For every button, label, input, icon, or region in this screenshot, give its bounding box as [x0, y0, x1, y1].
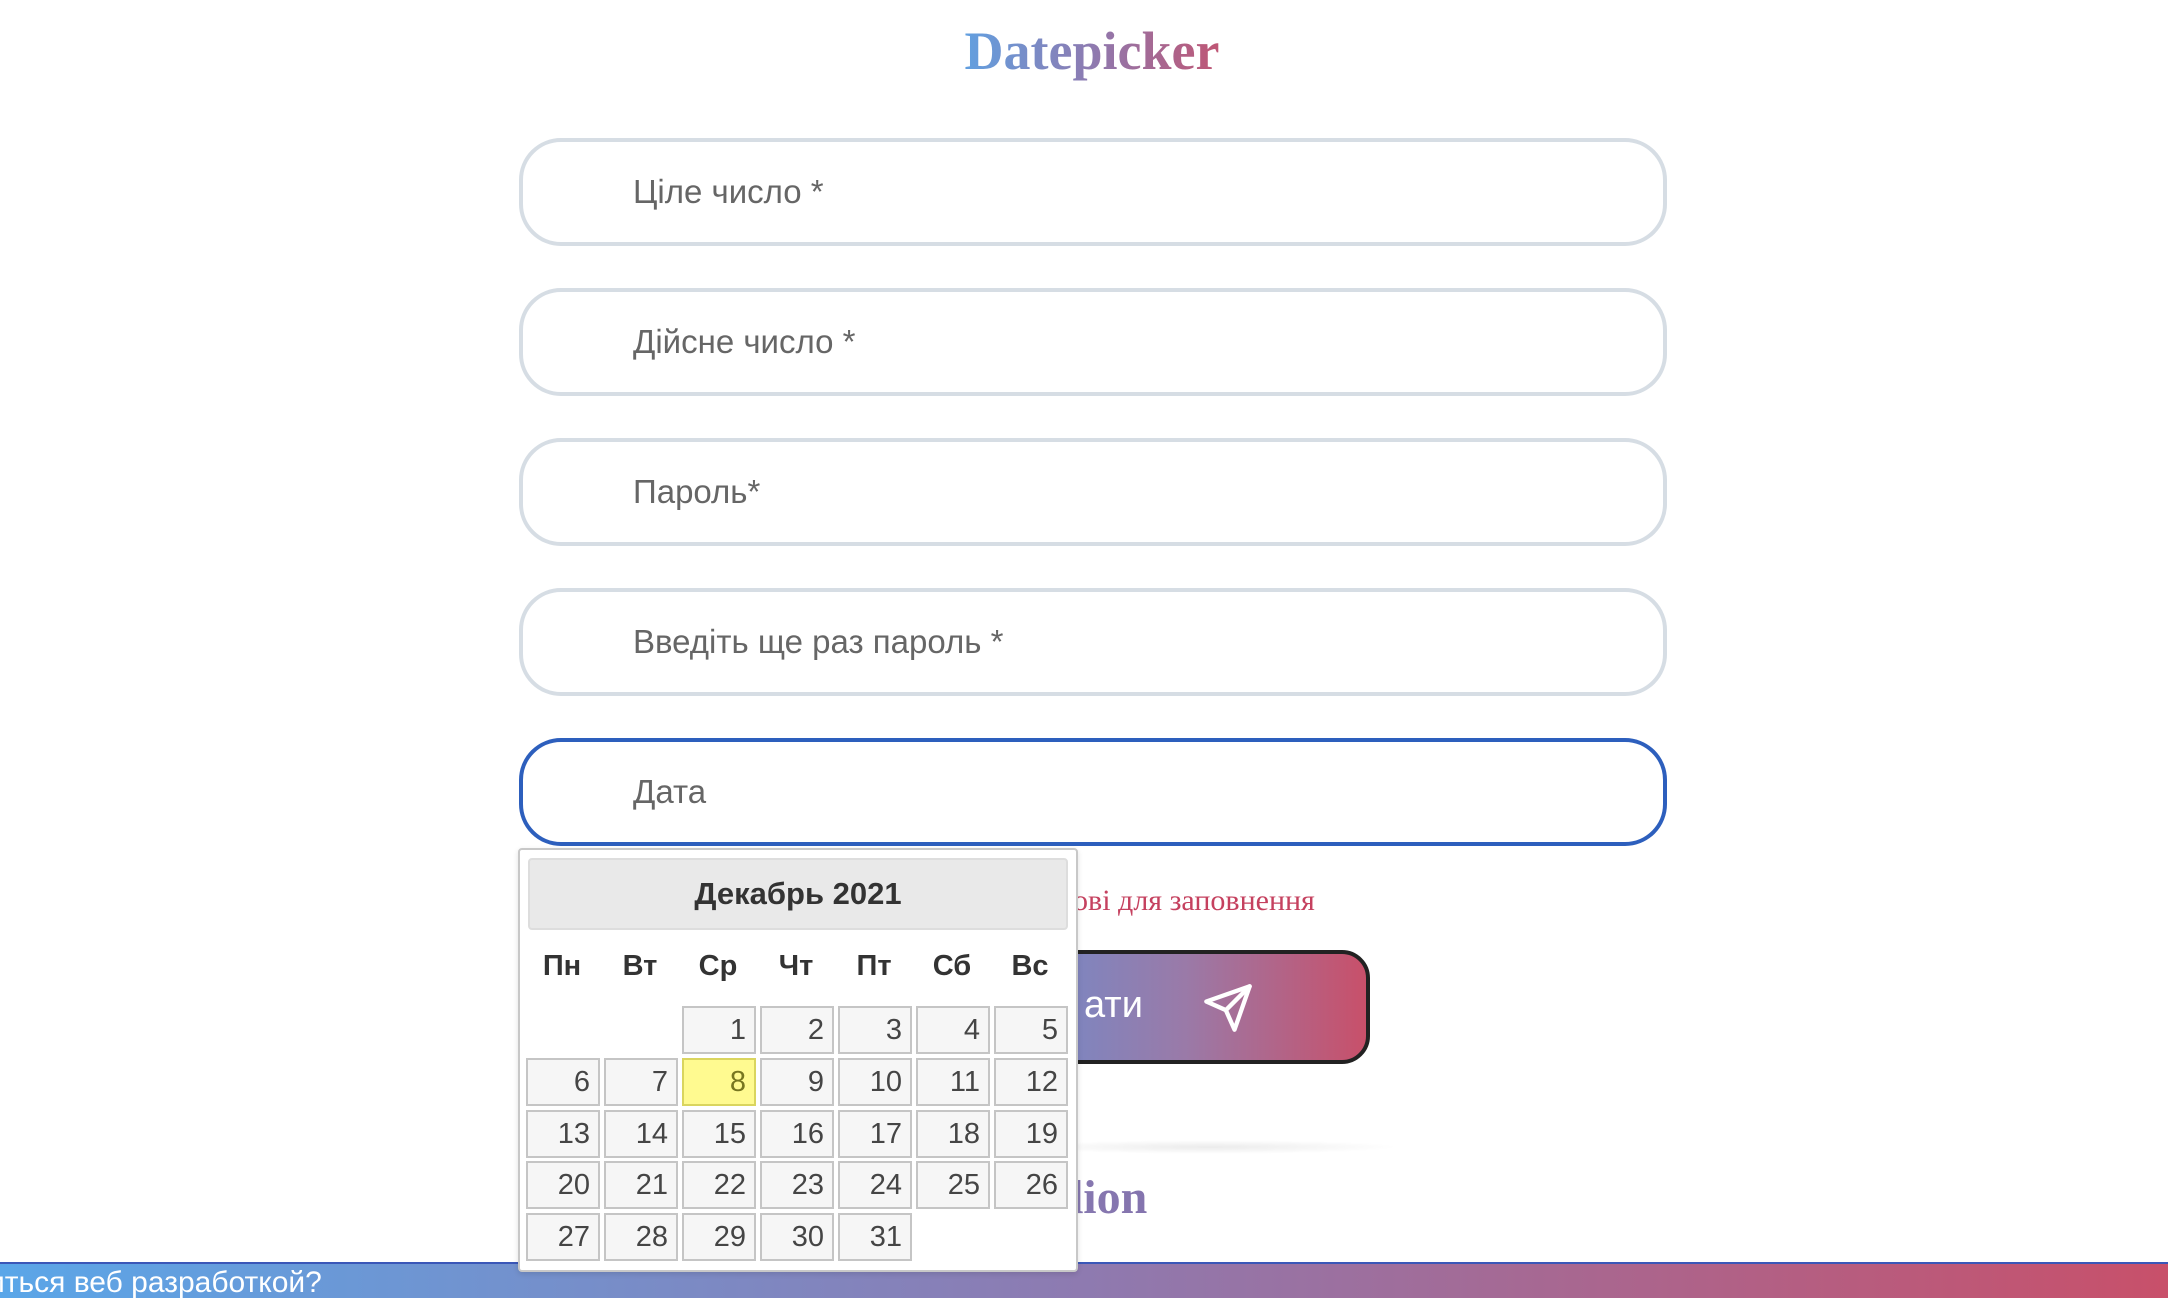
- weekday-wed: Ср: [698, 950, 738, 982]
- calendar-day-27[interactable]: 27: [526, 1213, 600, 1261]
- calendar-day-22[interactable]: 22: [682, 1161, 756, 1209]
- bottom-banner-text: иться веб разработкой?: [0, 1266, 322, 1298]
- real-number-input[interactable]: [633, 292, 1633, 392]
- calendar-day-18[interactable]: 18: [916, 1110, 990, 1158]
- calendar-day-5[interactable]: 5: [994, 1006, 1068, 1054]
- calendar-day-11[interactable]: 11: [916, 1058, 990, 1106]
- calendar-day-25[interactable]: 25: [916, 1161, 990, 1209]
- date-input[interactable]: [633, 742, 1633, 842]
- datepicker-popup: Декабрь 2021 Пн Вт Ср Чт Пт Сб Вс 123456…: [518, 848, 1078, 1272]
- date-field[interactable]: [519, 738, 1667, 846]
- weekday-sat: Сб: [932, 950, 972, 982]
- calendar-day-31[interactable]: 31: [838, 1213, 912, 1261]
- calendar-day-20[interactable]: 20: [526, 1161, 600, 1209]
- integer-input[interactable]: [633, 142, 1633, 242]
- password-input[interactable]: [633, 442, 1633, 542]
- calendar-day-15[interactable]: 15: [682, 1110, 756, 1158]
- submit-button-label: ати: [1084, 984, 1143, 1026]
- calendar-day-29[interactable]: 29: [682, 1213, 756, 1261]
- calendar-day-28[interactable]: 28: [604, 1213, 678, 1261]
- datepicker-month-title: Декабрь 2021: [528, 858, 1068, 930]
- real-number-field[interactable]: [519, 288, 1667, 396]
- calendar-day-7[interactable]: 7: [604, 1058, 678, 1106]
- password-repeat-field[interactable]: [519, 588, 1667, 696]
- weekday-fri: Пт: [856, 950, 892, 982]
- calendar-day-26[interactable]: 26: [994, 1161, 1068, 1209]
- calendar-day-13[interactable]: 13: [526, 1110, 600, 1158]
- bottom-banner[interactable]: иться веб разработкой?: [0, 1262, 2168, 1298]
- integer-field[interactable]: [519, 138, 1667, 246]
- calendar-day-16[interactable]: 16: [760, 1110, 834, 1158]
- weekday-header-row: Пн Вт Ср Чт Пт Сб Вс: [524, 950, 1074, 990]
- password-repeat-input[interactable]: [633, 592, 1633, 692]
- calendar-day-24[interactable]: 24: [838, 1161, 912, 1209]
- calendar-day-17[interactable]: 17: [838, 1110, 912, 1158]
- password-field[interactable]: [519, 438, 1667, 546]
- weekday-sun: Вс: [1011, 950, 1049, 982]
- calendar-day-21[interactable]: 21: [604, 1161, 678, 1209]
- calendar-day-19[interactable]: 19: [994, 1110, 1068, 1158]
- calendar-day-12[interactable]: 12: [994, 1058, 1068, 1106]
- page-title: Datepicker: [942, 20, 1242, 82]
- calendar-day-3[interactable]: 3: [838, 1006, 912, 1054]
- calendar-day-14[interactable]: 14: [604, 1110, 678, 1158]
- weekday-thu: Чт: [778, 950, 814, 982]
- calendar-day-6[interactable]: 6: [526, 1058, 600, 1106]
- send-icon: [1204, 984, 1252, 1032]
- weekday-tue: Вт: [622, 950, 658, 982]
- calendar-day-10[interactable]: 10: [838, 1058, 912, 1106]
- calendar-day-4[interactable]: 4: [916, 1006, 990, 1054]
- calendar-day-9[interactable]: 9: [760, 1058, 834, 1106]
- calendar-day-30[interactable]: 30: [760, 1213, 834, 1261]
- required-fields-note: кові для заповнення: [1060, 884, 1315, 917]
- calendar-day-1[interactable]: 1: [682, 1006, 756, 1054]
- calendar-day-23[interactable]: 23: [760, 1161, 834, 1209]
- weekday-mon: Пн: [542, 950, 582, 982]
- calendar-day-8[interactable]: 8: [682, 1058, 756, 1106]
- calendar-day-2[interactable]: 2: [760, 1006, 834, 1054]
